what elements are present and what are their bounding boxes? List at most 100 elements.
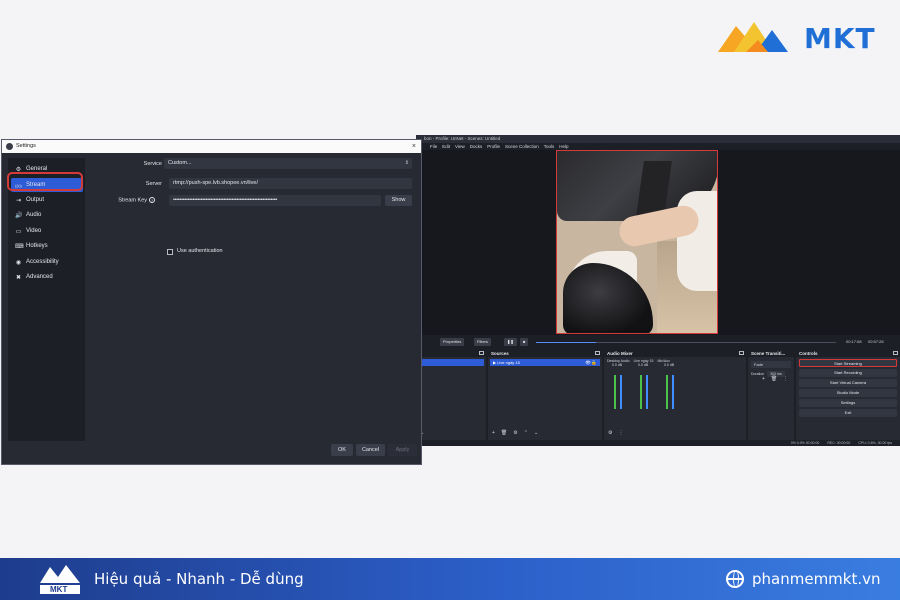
server-input[interactable]: rtmp://push-spe.lvb.shopee.vn/live/ (169, 178, 412, 189)
footer-slogan: Hiệu quả - Nhanh - Dễ dùng (94, 570, 304, 588)
mixer-meters: 0.0 dB 0.0 dB 0.0 dB (604, 363, 746, 423)
transitions-dock-header: Scene Transiti... (748, 350, 794, 357)
use-authentication-checkbox[interactable] (167, 249, 173, 255)
properties-button[interactable]: Properties (440, 338, 465, 346)
keyboard-icon: ⌨ (15, 243, 24, 250)
close-icon[interactable]: × (412, 140, 416, 153)
accessibility-icon: ◉ (15, 259, 22, 266)
controls-dock: Controls Start Streaming Start Recording… (796, 350, 900, 440)
dock-float-icon[interactable] (595, 351, 600, 355)
cancel-button[interactable]: Cancel (356, 444, 385, 456)
nav-item-hotkeys[interactable]: ⌨ Hotkeys (11, 239, 83, 253)
scenes-dock: ⌄ (416, 350, 486, 440)
scene-transitions-dock: Scene Transiti... Fade Duration 300 ms +… (748, 350, 794, 440)
time-total: 00:57:28 (868, 339, 884, 344)
nav-item-output[interactable]: ⇥ Output (11, 193, 83, 207)
scenes-dock-header (416, 350, 486, 357)
show-key-button[interactable]: Show (385, 195, 412, 206)
status-cpu: CPU: 0.6%, 30.00 fps (858, 441, 892, 445)
menu-help[interactable]: Help (559, 143, 568, 150)
mixer-db-mic: 0.0 dB (664, 363, 675, 367)
menu-docks[interactable]: Docks (470, 143, 483, 150)
trash-icon[interactable]: 🗑 (771, 376, 777, 382)
preview-canvas[interactable] (556, 150, 718, 334)
nav-item-label: Audio (26, 212, 42, 218)
nav-item-label: Video (26, 228, 42, 234)
menu-tools[interactable]: Tools (544, 143, 555, 150)
start-recording-button[interactable]: Start Recording (799, 369, 897, 377)
nav-item-audio[interactable]: 🔊 Audio (11, 208, 83, 222)
service-label: Service (143, 161, 162, 167)
settings-title: Settings (16, 143, 36, 149)
stream-key-label: Stream Key? (95, 197, 155, 203)
nav-item-accessibility[interactable]: ◉ Accessibility (11, 255, 83, 269)
service-select[interactable]: Custom... ⇕ (164, 158, 412, 169)
dock-float-icon[interactable] (479, 351, 484, 355)
dock-float-icon[interactable] (739, 351, 744, 355)
apply-button[interactable]: Apply (388, 444, 417, 456)
menu-profile[interactable]: Profile (487, 143, 500, 150)
volume-meter (640, 375, 642, 409)
dock-float-icon[interactable] (893, 351, 898, 355)
gear-icon[interactable]: ⚙ (513, 430, 517, 436)
ok-button[interactable]: OK (331, 444, 353, 456)
menu-scene-collection[interactable]: Scene Collection (505, 143, 539, 150)
volume-slider[interactable] (620, 375, 622, 409)
footer-logo: MKT (38, 561, 82, 600)
nav-item-video[interactable]: ▭ Video (11, 224, 83, 238)
mixer-dock-header: Audio Mixer (604, 350, 746, 357)
start-streaming-button[interactable]: Start Streaming (799, 359, 897, 367)
lock-icon[interactable]: 🔓 (591, 359, 597, 366)
filters-button[interactable]: Filters (474, 338, 491, 346)
menu-edit[interactable]: Edit (442, 143, 450, 150)
nav-item-label: Advanced (26, 274, 53, 280)
server-label: Server (145, 181, 162, 187)
exit-button[interactable]: Exit (799, 409, 897, 417)
obs-main-window: bon - Profile: UnNet - Scenes: Untitled … (416, 135, 900, 446)
settings-button[interactable]: Settings (799, 399, 897, 407)
seek-bar-fill (536, 342, 596, 343)
service-value: Custom... (168, 160, 192, 166)
preview-shoe-patent (563, 263, 653, 333)
source-item[interactable]: ▶ Live ngày 15 👁 🔓 (490, 359, 600, 366)
menu-file[interactable]: File (430, 143, 437, 150)
menu-view[interactable]: View (455, 143, 465, 150)
nav-item-label: Accessibility (26, 259, 59, 265)
stream-key-label-text: Stream Key (118, 197, 147, 204)
nav-item-advanced[interactable]: ✖ Advanced (11, 270, 83, 284)
mixer-settings-icon[interactable]: ⚙ (608, 430, 612, 436)
studio-mode-button[interactable]: Studio Mode (799, 389, 897, 397)
monitor-icon: ▭ (15, 228, 22, 235)
tools-icon: ✖ (15, 274, 22, 281)
move-up-icon[interactable]: ⌃ (524, 430, 528, 436)
transition-select[interactable]: Fade (751, 361, 791, 368)
move-down-icon[interactable]: ⌄ (534, 430, 538, 436)
scene-item[interactable] (418, 359, 484, 366)
stream-key-input[interactable]: ••••••••••••••••••••••••••••••••••••••••… (169, 195, 381, 206)
add-icon[interactable]: + (762, 376, 765, 382)
help-icon[interactable]: ? (149, 197, 155, 203)
mkt-logo-icon (718, 22, 788, 52)
trash-icon[interactable]: 🗑 (501, 430, 507, 436)
seek-bar[interactable] (536, 342, 836, 343)
mkt-logo-text: MKT (804, 21, 876, 55)
start-virtual-camera-button[interactable]: Start Virtual Camera (799, 379, 897, 387)
footer-url[interactable]: phanmemmkt.vn (752, 558, 881, 600)
more-icon[interactable]: ⋮ (783, 376, 788, 382)
transport-bar: Properties Filters ❚❚ ■ 00:17:58 00:57:2… (416, 335, 900, 349)
sources-dock: Sources ▶ Live ngày 15 👁 🔓 + 🗑 ⚙ ⌃ ⌄ (488, 350, 602, 440)
obs-menubar: File Edit View Docks Profile Scene Colle… (416, 143, 900, 150)
footer-logo-text: MKT (50, 585, 68, 594)
stream-highlight-box (7, 172, 83, 191)
use-authentication-label: Use authentication (177, 248, 223, 254)
stop-button[interactable]: ■ (520, 338, 529, 346)
eye-icon[interactable]: 👁 (585, 359, 591, 366)
more-icon[interactable]: ⋮ (618, 430, 623, 436)
add-icon[interactable]: + (492, 430, 495, 436)
volume-slider[interactable] (646, 375, 648, 409)
pause-button[interactable]: ❚❚ (504, 338, 517, 346)
obs-titlebar: bon - Profile: UnNet - Scenes: Untitled (416, 135, 900, 143)
mixer-db-desktop: 0.0 dB (612, 363, 623, 367)
volume-slider[interactable] (672, 375, 674, 409)
time-current: 00:17:58 (846, 339, 862, 344)
